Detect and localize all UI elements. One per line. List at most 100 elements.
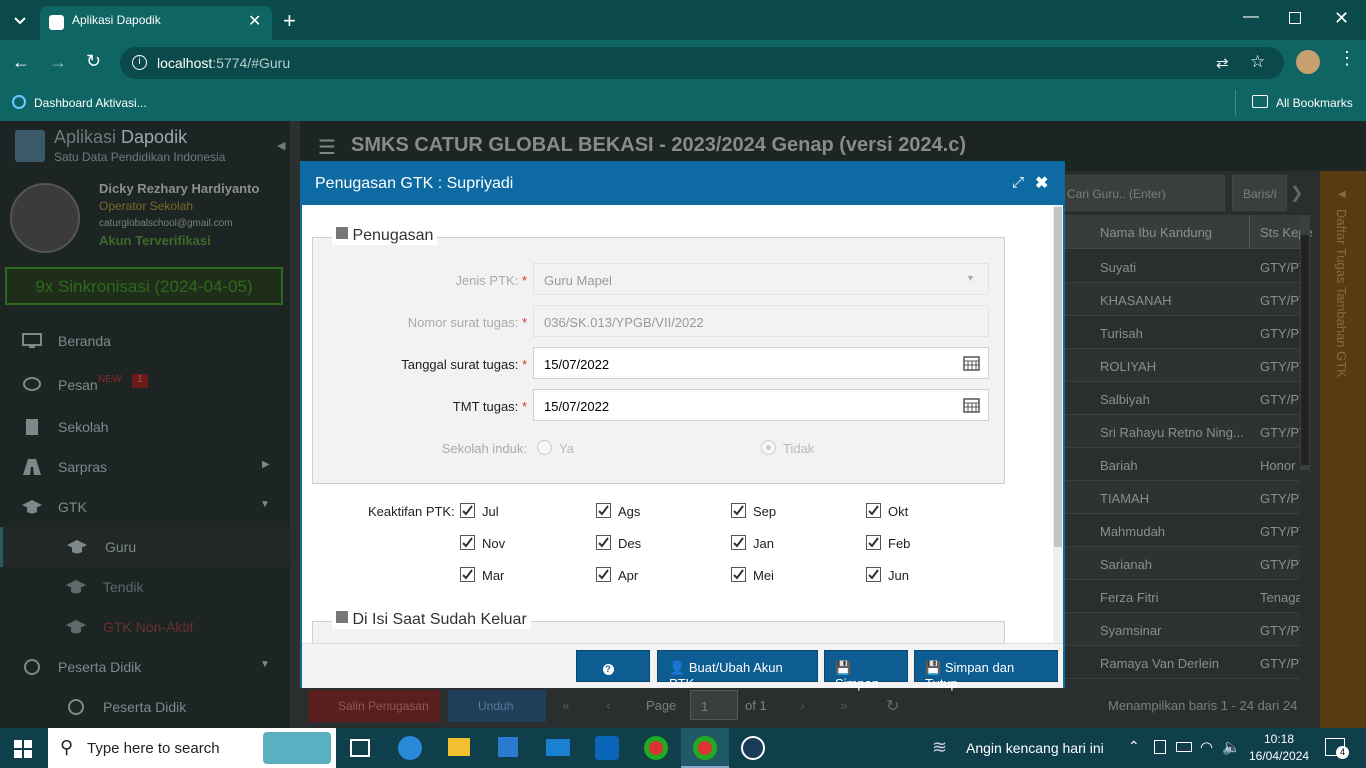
nav-peserta-didik-sub[interactable]: Peserta Didik: [0, 687, 290, 727]
close-dialog-icon[interactable]: ✖: [1035, 173, 1048, 193]
prev-page-icon[interactable]: ‹: [606, 697, 611, 713]
month-checkbox[interactable]: [731, 567, 746, 582]
search-guru-input[interactable]: Cari Guru.. (Enter): [1060, 175, 1225, 211]
restore-icon[interactable]: [1289, 12, 1301, 24]
fieldset-legend-keluar[interactable]: Di Isi Saat Sudah Keluar: [332, 611, 531, 629]
unduh-button[interactable]: Unduh: [448, 690, 546, 722]
table-row[interactable]: ROLIYAH GTY/PT: [1060, 349, 1300, 382]
bookmark-dashboard[interactable]: Dashboard Aktivasi...: [34, 96, 147, 110]
table-row[interactable]: KHASANAH GTY/PT: [1060, 283, 1300, 316]
tray-chevron-icon[interactable]: ⌃: [1128, 738, 1140, 755]
new-tab-icon[interactable]: +: [283, 8, 296, 34]
month-checkbox[interactable]: [596, 535, 611, 550]
nav-sekolah[interactable]: Sekolah: [0, 407, 290, 447]
table-row[interactable]: Bariah Honor: [1060, 448, 1300, 481]
month-checkbox[interactable]: [731, 503, 746, 518]
battery-icon[interactable]: [1176, 742, 1192, 752]
side-panel-collapsed[interactable]: ◀ Daftar Tugas Tambahan GTK: [1320, 171, 1366, 728]
store-icon[interactable]: [498, 737, 518, 757]
refresh-icon[interactable]: ↻: [886, 696, 899, 716]
table-row[interactable]: Turisah GTY/PT: [1060, 316, 1300, 349]
bookmark-star-icon[interactable]: ☆: [1250, 52, 1265, 72]
month-checkbox[interactable]: [731, 535, 746, 550]
table-row[interactable]: Sarianah GTY/PT: [1060, 547, 1300, 580]
translate-icon[interactable]: ⇄: [1216, 54, 1229, 72]
volume-icon[interactable]: 🔈: [1222, 738, 1241, 756]
forward-icon[interactable]: →: [49, 52, 67, 73]
task-view-icon[interactable]: [350, 739, 370, 757]
expand-panel-icon[interactable]: ◀: [1338, 189, 1346, 200]
month-checkbox[interactable]: [460, 567, 475, 582]
steam-icon[interactable]: [741, 736, 765, 760]
page-input[interactable]: 1: [690, 690, 738, 720]
table-row[interactable]: Syamsinar GTY/PT: [1060, 613, 1300, 646]
nav-sarpras[interactable]: Sarpras ▶: [0, 447, 290, 487]
reload-icon[interactable]: ↻: [86, 51, 101, 72]
clock-date[interactable]: 16/04/2024: [1249, 749, 1309, 763]
rows-per-page-select[interactable]: Baris/I: [1232, 175, 1287, 211]
table-row[interactable]: Ramaya Van Derlein GTY/PT: [1060, 646, 1300, 679]
month-checkbox[interactable]: [460, 503, 475, 518]
taskbar-search-box[interactable]: ⚲ Type here to search: [48, 728, 336, 768]
help-button[interactable]: ?: [576, 650, 650, 682]
table-row[interactable]: Ferza Fitri Tenaga: [1060, 580, 1300, 613]
dialog-scrollbar[interactable]: [1053, 205, 1063, 643]
menu-icon[interactable]: ⋮: [1338, 48, 1356, 69]
profile-avatar-icon[interactable]: [1296, 50, 1320, 74]
minimize-icon[interactable]: —: [1243, 8, 1259, 26]
file-explorer-icon[interactable]: [448, 738, 470, 756]
scroll-right-icon[interactable]: ❯: [1290, 183, 1303, 203]
tanggal-surat-input[interactable]: 15/07/2022: [533, 347, 989, 379]
simpan-button[interactable]: 💾 Simpan: [824, 650, 908, 691]
chrome-active-icon[interactable]: [681, 728, 729, 768]
month-checkbox[interactable]: [596, 503, 611, 518]
collapse-sidebar-icon[interactable]: ◀: [277, 139, 285, 152]
table-row[interactable]: Sri Rahayu Retno Ning... GTY/PT: [1060, 415, 1300, 448]
wifi-icon[interactable]: ◠: [1200, 738, 1213, 756]
buat-akun-button[interactable]: 👤 Buat/Ubah Akun PTK: [657, 650, 818, 691]
nav-pesan[interactable]: Pesan NEW 1: [0, 365, 290, 405]
nav-guru[interactable]: Guru: [0, 527, 290, 567]
fieldset-legend-penugasan[interactable]: Penugasan: [332, 227, 438, 245]
nav-beranda[interactable]: Beranda: [0, 321, 290, 361]
back-icon[interactable]: ←: [12, 52, 30, 73]
grid-scrollbar[interactable]: [1300, 215, 1310, 470]
month-checkbox[interactable]: [866, 567, 881, 582]
meet-icon[interactable]: [1154, 740, 1166, 754]
table-row[interactable]: Mahmudah GTY/PT: [1060, 514, 1300, 547]
edge-icon[interactable]: [398, 736, 422, 760]
month-checkbox[interactable]: [866, 503, 881, 518]
maximize-icon[interactable]: ⤢: [1012, 174, 1024, 191]
tmt-tugas-input[interactable]: 15/07/2022: [533, 389, 989, 421]
close-window-icon[interactable]: ✕: [1334, 8, 1349, 29]
collapse-icon[interactable]: [336, 227, 348, 239]
nav-gtk-nonaktif[interactable]: GTK Non-Aktif: [0, 607, 290, 647]
dialog-header[interactable]: Penugasan GTK : Supriyadi ⤢ ✖: [302, 163, 1063, 205]
weather-text[interactable]: Angin kencang hari ini: [966, 740, 1104, 756]
nav-tendik[interactable]: Tendik: [0, 567, 290, 607]
month-checkbox[interactable]: [460, 535, 475, 550]
windows-start-icon[interactable]: [14, 740, 32, 758]
collapse-icon[interactable]: [336, 611, 348, 623]
sidebar-scrollbar[interactable]: [290, 121, 300, 728]
mail-icon[interactable]: [546, 739, 570, 756]
table-row[interactable]: Salbiyah GTY/PT: [1060, 382, 1300, 415]
clock-time[interactable]: 10:18: [1249, 732, 1309, 746]
browser-tab[interactable]: Aplikasi Dapodik ✕: [40, 6, 272, 40]
simpan-tutup-button[interactable]: 💾 Simpan dan Tutup: [914, 650, 1058, 691]
first-page-icon[interactable]: «: [562, 697, 570, 713]
outlook-icon[interactable]: [595, 736, 619, 760]
site-info-icon[interactable]: i: [132, 55, 147, 70]
tab-search-icon[interactable]: [8, 8, 32, 32]
table-row[interactable]: Suyati GTY/PT: [1060, 250, 1300, 283]
calendar-icon[interactable]: [963, 397, 980, 413]
nav-gtk[interactable]: GTK ▼: [0, 487, 290, 527]
month-checkbox[interactable]: [596, 567, 611, 582]
next-page-icon[interactable]: ›: [800, 697, 805, 713]
calendar-icon[interactable]: [963, 355, 980, 371]
month-checkbox[interactable]: [866, 535, 881, 550]
url-bar[interactable]: i localhost:5774/#Guru ⇄ ☆: [120, 47, 1284, 79]
last-page-icon[interactable]: »: [840, 697, 848, 713]
table-row[interactable]: TIAMAH GTY/PT: [1060, 481, 1300, 514]
all-bookmarks[interactable]: All Bookmarks: [1276, 96, 1353, 110]
